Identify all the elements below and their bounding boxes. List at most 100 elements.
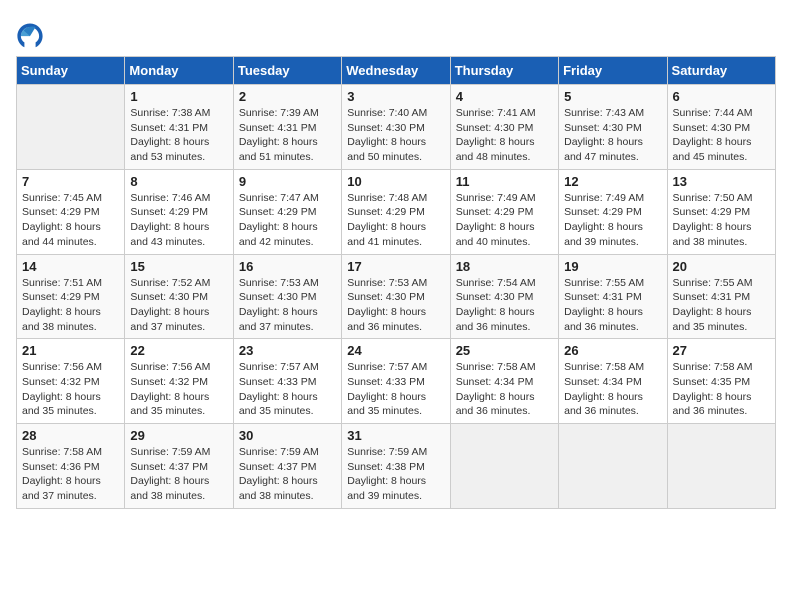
calendar-table: SundayMondayTuesdayWednesdayThursdayFrid… [16, 56, 776, 509]
header-day-thursday: Thursday [450, 57, 558, 85]
day-number: 22 [130, 343, 227, 358]
day-number: 6 [673, 89, 770, 104]
calendar-cell: 18 Sunrise: 7:54 AM Sunset: 4:30 PM Dayli… [450, 254, 558, 339]
day-info: Sunrise: 7:38 AM Sunset: 4:31 PM Dayligh… [130, 106, 227, 165]
day-number: 9 [239, 174, 336, 189]
calendar-cell: 11Sunrise: 7:49 AM Sunset: 4:29 PM Dayli… [450, 169, 558, 254]
day-info: Sunrise: 7:44 AM Sunset: 4:30 PM Dayligh… [673, 106, 770, 165]
day-number: 1 [130, 89, 227, 104]
day-number: 21 [22, 343, 119, 358]
header-day-saturday: Saturday [667, 57, 775, 85]
day-number: 31 [347, 428, 444, 443]
calendar-cell: 10 Sunrise: 7:48 AM Sunset: 4:29 PM Dayli… [342, 169, 450, 254]
day-number: 3 [347, 89, 444, 104]
header-day-tuesday: Tuesday [233, 57, 341, 85]
calendar-cell: 20 Sunrise: 7:55 AM Sunset: 4:31 PM Dayli… [667, 254, 775, 339]
day-number: 29 [130, 428, 227, 443]
day-number: 25 [456, 343, 553, 358]
day-number: 17 [347, 259, 444, 274]
calendar-cell: 8 Sunrise: 7:46 AM Sunset: 4:29 PM Daylig… [125, 169, 233, 254]
calendar-cell: 6 Sunrise: 7:44 AM Sunset: 4:30 PM Daylig… [667, 85, 775, 170]
day-info: Sunrise: 7:55 AM Sunset: 4:31 PM Dayligh… [673, 276, 770, 335]
calendar-cell: 22 Sunrise: 7:56 AM Sunset: 4:32 PM Dayli… [125, 339, 233, 424]
calendar-week-row: 21 Sunrise: 7:56 AM Sunset: 4:32 PM Dayli… [17, 339, 776, 424]
day-info: Sunrise: 7:48 AM Sunset: 4:29 PM Dayligh… [347, 191, 444, 250]
day-info: Sunrise: 7:39 AM Sunset: 4:31 PM Dayligh… [239, 106, 336, 165]
day-number: 2 [239, 89, 336, 104]
calendar-cell [450, 424, 558, 509]
day-number: 10 [347, 174, 444, 189]
day-info: Sunrise: 7:47 AM Sunset: 4:29 PM Dayligh… [239, 191, 336, 250]
calendar-cell [17, 85, 125, 170]
calendar-cell: 9 Sunrise: 7:47 AM Sunset: 4:29 PM Daylig… [233, 169, 341, 254]
calendar-cell: 29 Sunrise: 7:59 AM Sunset: 4:37 PM Dayli… [125, 424, 233, 509]
header-day-friday: Friday [559, 57, 667, 85]
day-info: Sunrise: 7:53 AM Sunset: 4:30 PM Dayligh… [239, 276, 336, 335]
day-info: Sunrise: 7:57 AM Sunset: 4:33 PM Dayligh… [239, 360, 336, 419]
day-number: 8 [130, 174, 227, 189]
day-number: 27 [673, 343, 770, 358]
day-info: Sunrise: 7:56 AM Sunset: 4:32 PM Dayligh… [22, 360, 119, 419]
day-info: Sunrise: 7:56 AM Sunset: 4:32 PM Dayligh… [130, 360, 227, 419]
calendar-cell: 21 Sunrise: 7:56 AM Sunset: 4:32 PM Dayli… [17, 339, 125, 424]
day-info: Sunrise: 7:59 AM Sunset: 4:38 PM Dayligh… [347, 445, 444, 504]
day-info: Sunrise: 7:55 AM Sunset: 4:31 PM Dayligh… [564, 276, 661, 335]
calendar-cell: 19 Sunrise: 7:55 AM Sunset: 4:31 PM Dayli… [559, 254, 667, 339]
day-info: Sunrise: 7:54 AM Sunset: 4:30 PM Dayligh… [456, 276, 553, 335]
day-info: Sunrise: 7:58 AM Sunset: 4:34 PM Dayligh… [564, 360, 661, 419]
day-info: Sunrise: 7:52 AM Sunset: 4:30 PM Dayligh… [130, 276, 227, 335]
day-info: Sunrise: 7:58 AM Sunset: 4:36 PM Dayligh… [22, 445, 119, 504]
day-number: 12 [564, 174, 661, 189]
day-info: Sunrise: 7:49 AM Sunset: 4:29 PM Dayligh… [456, 191, 553, 250]
calendar-cell: 7Sunrise: 7:45 AM Sunset: 4:29 PM Daylig… [17, 169, 125, 254]
calendar-cell: 12 Sunrise: 7:49 AM Sunset: 4:29 PM Dayli… [559, 169, 667, 254]
day-number: 24 [347, 343, 444, 358]
calendar-cell: 28 Sunrise: 7:58 AM Sunset: 4:36 PM Dayli… [17, 424, 125, 509]
day-info: Sunrise: 7:59 AM Sunset: 4:37 PM Dayligh… [130, 445, 227, 504]
calendar-cell: 31 Sunrise: 7:59 AM Sunset: 4:38 PM Dayli… [342, 424, 450, 509]
day-number: 19 [564, 259, 661, 274]
calendar-week-row: 7Sunrise: 7:45 AM Sunset: 4:29 PM Daylig… [17, 169, 776, 254]
day-number: 23 [239, 343, 336, 358]
day-info: Sunrise: 7:59 AM Sunset: 4:37 PM Dayligh… [239, 445, 336, 504]
calendar-cell: 14 Sunrise: 7:51 AM Sunset: 4:29 PM Dayli… [17, 254, 125, 339]
calendar-cell: 24 Sunrise: 7:57 AM Sunset: 4:33 PM Dayli… [342, 339, 450, 424]
day-info: Sunrise: 7:53 AM Sunset: 4:30 PM Dayligh… [347, 276, 444, 335]
day-number: 7 [22, 174, 119, 189]
day-number: 16 [239, 259, 336, 274]
calendar-cell: 27 Sunrise: 7:58 AM Sunset: 4:35 PM Dayli… [667, 339, 775, 424]
calendar-week-row: 1 Sunrise: 7:38 AM Sunset: 4:31 PM Daylig… [17, 85, 776, 170]
day-number: 18 [456, 259, 553, 274]
day-number: 4 [456, 89, 553, 104]
day-info: Sunrise: 7:57 AM Sunset: 4:33 PM Dayligh… [347, 360, 444, 419]
header-day-sunday: Sunday [17, 57, 125, 85]
calendar-cell: 15Sunrise: 7:52 AM Sunset: 4:30 PM Dayli… [125, 254, 233, 339]
day-info: Sunrise: 7:43 AM Sunset: 4:30 PM Dayligh… [564, 106, 661, 165]
calendar-header-row: SundayMondayTuesdayWednesdayThursdayFrid… [17, 57, 776, 85]
calendar-cell: 1 Sunrise: 7:38 AM Sunset: 4:31 PM Daylig… [125, 85, 233, 170]
day-number: 5 [564, 89, 661, 104]
day-number: 14 [22, 259, 119, 274]
day-info: Sunrise: 7:58 AM Sunset: 4:35 PM Dayligh… [673, 360, 770, 419]
day-number: 30 [239, 428, 336, 443]
calendar-cell: 26Sunrise: 7:58 AM Sunset: 4:34 PM Dayli… [559, 339, 667, 424]
calendar-cell: 25Sunrise: 7:58 AM Sunset: 4:34 PM Dayli… [450, 339, 558, 424]
header-day-monday: Monday [125, 57, 233, 85]
calendar-cell: 30 Sunrise: 7:59 AM Sunset: 4:37 PM Dayli… [233, 424, 341, 509]
day-number: 13 [673, 174, 770, 189]
calendar-cell: 2 Sunrise: 7:39 AM Sunset: 4:31 PM Daylig… [233, 85, 341, 170]
day-info: Sunrise: 7:50 AM Sunset: 4:29 PM Dayligh… [673, 191, 770, 250]
calendar-cell: 4Sunrise: 7:41 AM Sunset: 4:30 PM Daylig… [450, 85, 558, 170]
day-info: Sunrise: 7:51 AM Sunset: 4:29 PM Dayligh… [22, 276, 119, 335]
logo [16, 20, 48, 48]
day-info: Sunrise: 7:49 AM Sunset: 4:29 PM Dayligh… [564, 191, 661, 250]
day-info: Sunrise: 7:46 AM Sunset: 4:29 PM Dayligh… [130, 191, 227, 250]
calendar-week-row: 14 Sunrise: 7:51 AM Sunset: 4:29 PM Dayli… [17, 254, 776, 339]
day-info: Sunrise: 7:40 AM Sunset: 4:30 PM Dayligh… [347, 106, 444, 165]
calendar-cell [559, 424, 667, 509]
calendar-cell: 23 Sunrise: 7:57 AM Sunset: 4:33 PM Dayli… [233, 339, 341, 424]
day-number: 28 [22, 428, 119, 443]
day-number: 20 [673, 259, 770, 274]
calendar-cell [667, 424, 775, 509]
header [16, 16, 776, 48]
